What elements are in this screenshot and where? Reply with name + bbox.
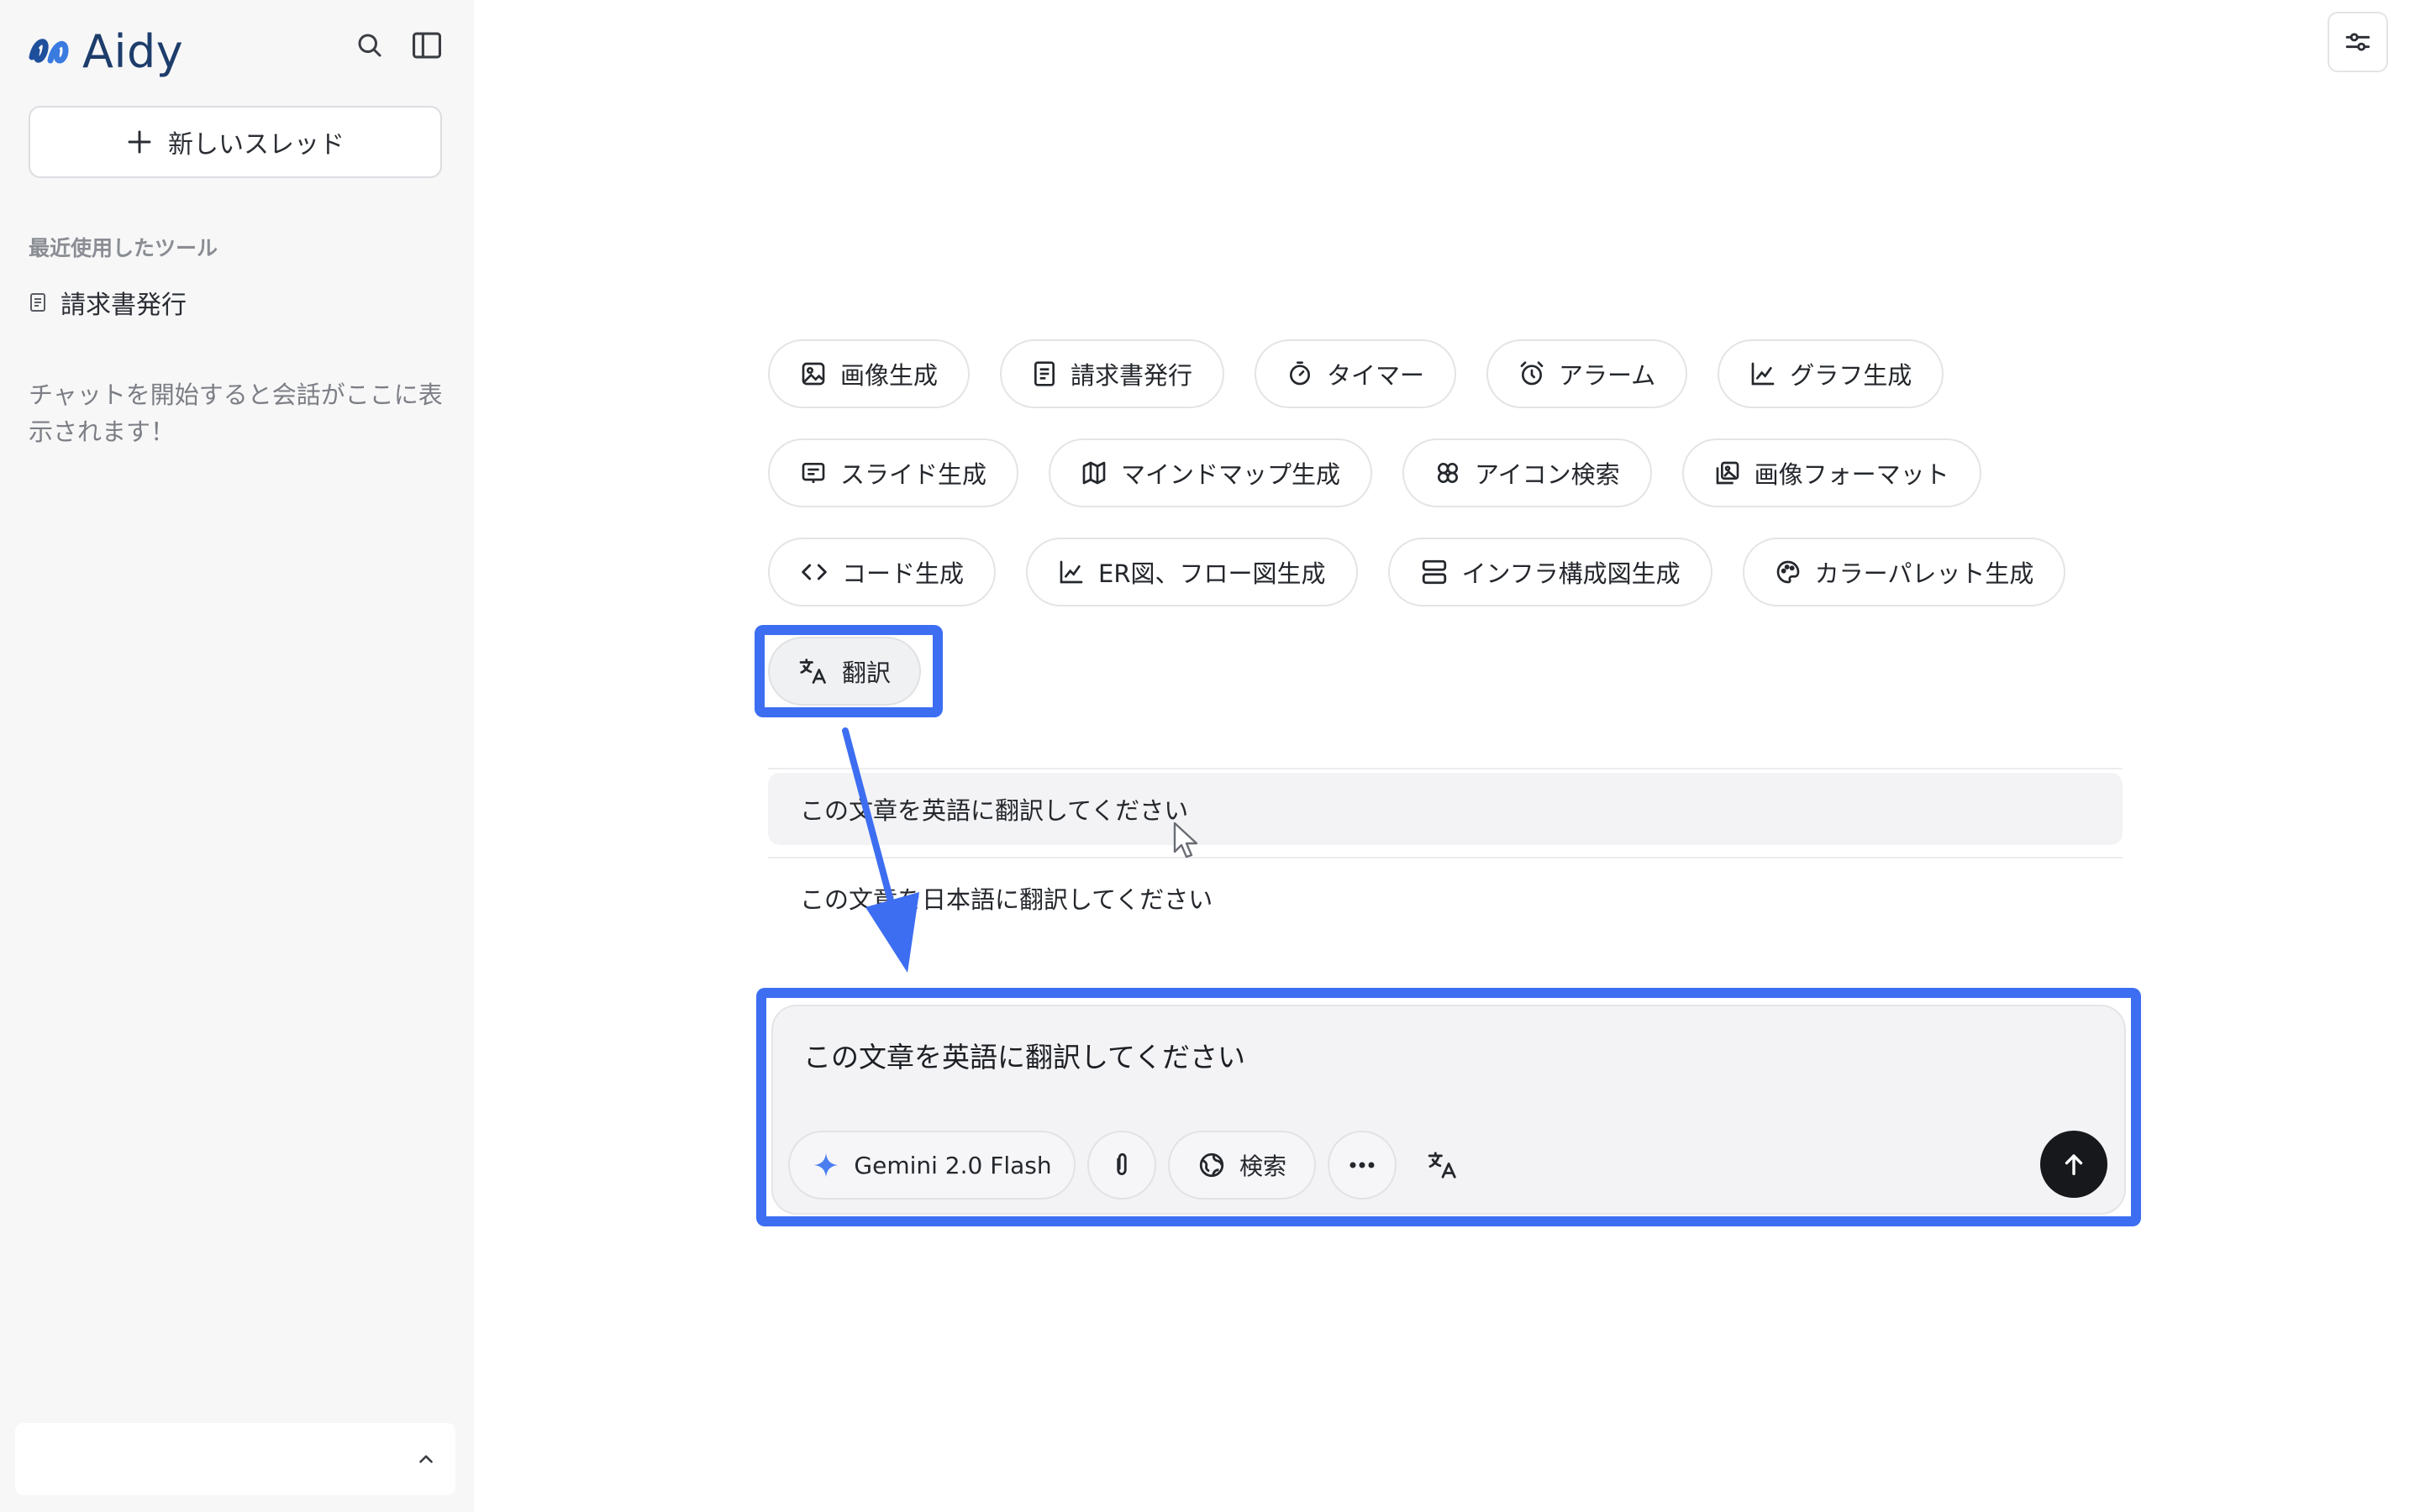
tool-chip-image-format[interactable]: 画像フォーマット [1681, 438, 1981, 507]
more-icon [1349, 1162, 1375, 1168]
tool-chip-icon-search[interactable]: アイコン検索 [1402, 438, 1652, 507]
tool-chip-mindmap-generation[interactable]: マインドマップ生成 [1049, 438, 1373, 507]
send-button[interactable] [2040, 1131, 2107, 1198]
chart-icon [1751, 362, 1775, 386]
tool-chip-label: マインドマップ生成 [1121, 460, 1341, 489]
plus-icon [128, 130, 151, 154]
sidebar-toggle-icon [413, 32, 441, 59]
paperclip-icon [1117, 1152, 1127, 1176]
tool-chip-label: コード生成 [842, 559, 965, 588]
tool-chip-label: 画像フォーマット [1754, 460, 1949, 489]
chevron-up-icon [419, 1455, 433, 1463]
server-icon [1422, 559, 1446, 585]
slides-icon [802, 463, 825, 483]
more-options-button[interactable] [1328, 1131, 1397, 1200]
tool-row: コード生成 ER図、フロー図生成 インフラ構成図生成 カラーパレット生成 [768, 538, 2129, 606]
palette-icon [1776, 560, 1799, 584]
tool-chip-er-flow-diagram[interactable]: ER図、フロー図生成 [1026, 538, 1358, 606]
tool-chip-label: 請求書発行 [1071, 361, 1193, 390]
new-thread-label: 新しいスレッド [168, 130, 345, 160]
tool-chip-label: スライド生成 [840, 460, 987, 489]
icon-search-icon [1438, 463, 1459, 483]
translate-icon [1428, 1152, 1456, 1179]
app-logo[interactable]: Aidy [29, 25, 183, 78]
tool-chip-invoice[interactable]: 請求書発行 [1000, 339, 1225, 408]
tool-row: 画像生成 請求書発行 タイマー アラーム グラフ生成 [768, 339, 2129, 408]
model-label: Gemini 2.0 Flash [854, 1151, 1052, 1179]
tool-chip-alarm[interactable]: アラーム [1486, 339, 1688, 408]
translate-tool-button[interactable] [1408, 1131, 1477, 1200]
search-button[interactable] [350, 25, 390, 66]
tool-chip-label: ER図、フロー図生成 [1098, 559, 1326, 588]
tool-chip-label: 翻訳 [842, 659, 892, 687]
suggestion-item[interactable]: この文章を英語に翻訳してください [768, 773, 2123, 845]
tool-chip-infra-diagram[interactable]: インフラ構成図生成 [1387, 538, 1712, 606]
search-label: 検索 [1239, 1152, 1286, 1180]
toggle-sidebar-button[interactable] [407, 25, 447, 66]
divider [768, 768, 2123, 769]
message-input[interactable]: この文章を英語に翻訳してください [803, 1035, 1245, 1075]
aidy-logo-icon [29, 38, 69, 63]
message-composer: この文章を英語に翻訳してください Gemini 2.0 Flash 検索 [771, 1005, 2126, 1215]
recent-tool-invoice[interactable]: 請求書発行 [29, 284, 187, 321]
recent-tool-label: 請求書発行 [60, 291, 187, 320]
tool-chip-label: インフラ構成図生成 [1461, 559, 1681, 588]
tool-chip-slide-generation[interactable]: スライド生成 [768, 438, 1019, 507]
suggestion-item[interactable]: この文章を日本語に翻訳してください [768, 862, 2123, 934]
app-name: Aidy [82, 25, 184, 78]
tool-chip-graph-generation[interactable]: グラフ生成 [1718, 339, 1944, 408]
suggestion-text: この文章を英語に翻訳してください [800, 796, 1189, 825]
search-icon [358, 34, 381, 57]
new-thread-button[interactable]: 新しいスレッド [29, 106, 442, 178]
document-icon [30, 293, 45, 312]
search-toggle-button[interactable]: 検索 [1168, 1131, 1316, 1200]
tool-chip-label: 画像生成 [840, 361, 939, 390]
tool-row: スライド生成 マインドマップ生成 アイコン検索 画像フォーマット [768, 438, 2129, 507]
tool-chip-label: タイマー [1327, 361, 1425, 390]
tool-chip-label: アイコン検索 [1475, 460, 1620, 489]
sparkle-icon [814, 1152, 839, 1178]
code-icon [802, 564, 827, 580]
tool-chip-label: アラーム [1559, 361, 1656, 390]
tool-chip-label: グラフ生成 [1790, 361, 1912, 390]
suggestion-text: この文章を日本語に翻訳してください [800, 885, 1213, 914]
tool-chip-color-palette[interactable]: カラーパレット生成 [1742, 538, 2066, 606]
document-icon [1034, 361, 1055, 386]
tool-chips: 画像生成 請求書発行 タイマー アラーム グラフ生成 スライド生成 マインドマッ… [768, 339, 2129, 736]
tool-chip-code-generation[interactable]: コード生成 [768, 538, 997, 606]
user-menu[interactable] [15, 1423, 455, 1495]
tool-row: 翻訳 [768, 637, 2129, 706]
image-icon [802, 362, 825, 386]
tool-chip-label: カラーパレット生成 [1814, 559, 2034, 588]
alarm-icon [1520, 361, 1544, 386]
map-icon [1082, 461, 1106, 485]
globe-icon [1199, 1152, 1224, 1178]
tool-chip-timer[interactable]: タイマー [1255, 339, 1457, 408]
arrow-up-icon [2065, 1154, 2083, 1176]
model-selector[interactable]: Gemini 2.0 Flash [788, 1131, 1076, 1200]
settings-button[interactable] [2328, 12, 2388, 72]
translate-icon [799, 659, 826, 684]
tool-chip-translation[interactable]: 翻訳 [768, 637, 922, 706]
image-format-icon [1716, 461, 1739, 485]
sidebar: Aidy 新しいスレッド 最近使用したツール 請求書発行 チャットを開始すると会… [0, 0, 474, 1512]
sliders-icon [2345, 33, 2370, 51]
attach-button[interactable] [1087, 1131, 1156, 1200]
empty-history-note: チャットを開始すると会話がここに表示されます！ [29, 381, 443, 446]
tool-chip-image-generation[interactable]: 画像生成 [768, 339, 971, 408]
chart-icon [1060, 560, 1083, 584]
recent-tools-heading: 最近使用したツール [29, 236, 218, 260]
divider [768, 857, 2123, 858]
timer-icon [1290, 361, 1311, 386]
